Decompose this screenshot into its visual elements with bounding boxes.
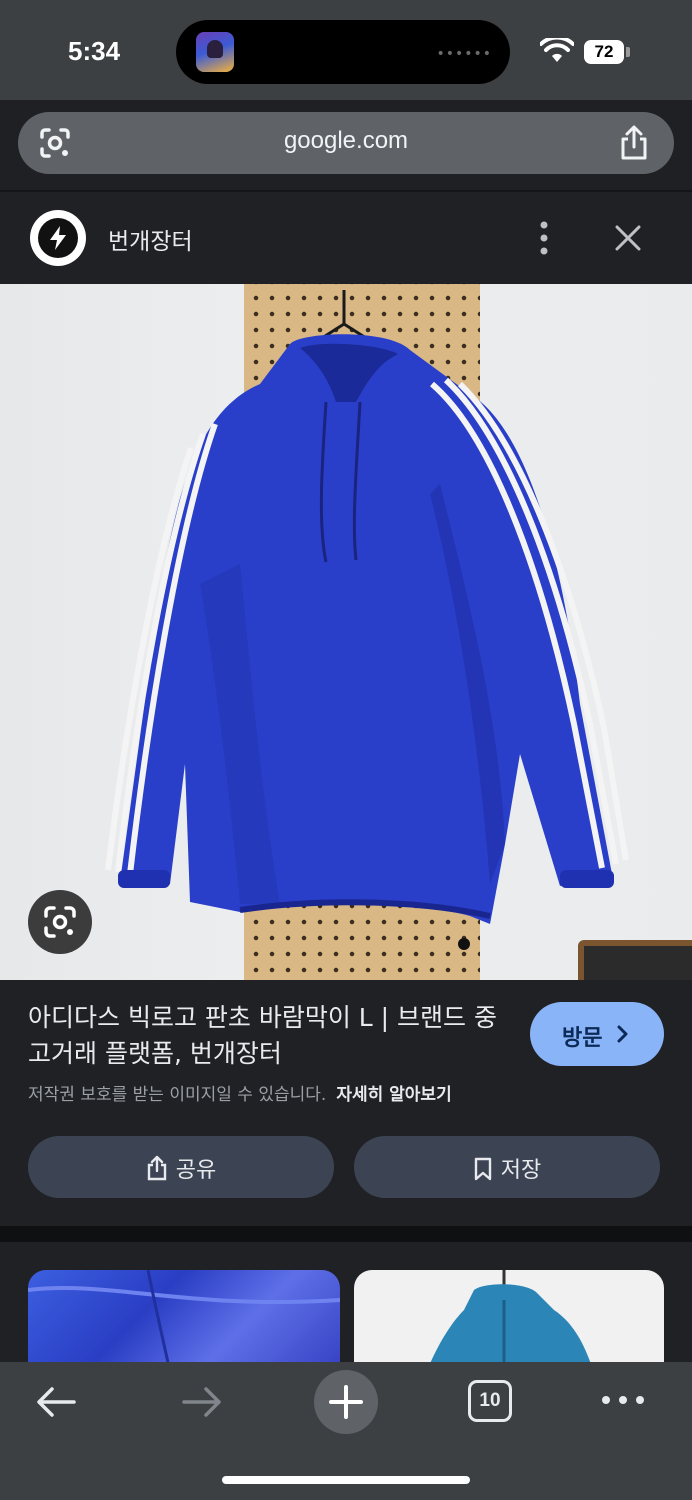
copyright-text: 저작권 보호를 받는 이미지일 수 있습니다. [28, 1085, 327, 1105]
related-image-thumbnail[interactable] [354, 1270, 664, 1362]
more-vert-icon[interactable] [530, 220, 558, 256]
close-icon[interactable] [612, 222, 644, 254]
new-tab-button[interactable] [314, 1370, 378, 1434]
site-name: 번개장터 [108, 229, 193, 255]
chevron-right-icon [617, 1025, 628, 1043]
status-bar: 5:34 •••••• 72 [0, 0, 692, 100]
blue-fabric-closeup [28, 1270, 340, 1362]
copyright-notice: 저작권 보호를 받는 이미지일 수 있습니다. 자세히 알아보기 [28, 1080, 452, 1105]
new-tab-plus-icon [329, 1385, 363, 1419]
learn-more-link[interactable]: 자세히 알아보기 [336, 1085, 451, 1105]
section-separator [0, 1226, 692, 1242]
battery-tip [626, 47, 630, 57]
battery-icon: 72 [584, 40, 624, 64]
save-button-content: 저장 [354, 1152, 660, 1184]
home-indicator[interactable] [222, 1476, 470, 1484]
save-button[interactable]: 저장 [354, 1136, 660, 1198]
more-horiz-icon[interactable] [600, 1388, 646, 1412]
related-image-thumbnail[interactable] [28, 1270, 340, 1362]
visit-label: 방문 [562, 1026, 603, 1051]
forward-arrow-icon[interactable] [180, 1382, 224, 1422]
site-header: 번개장터 [0, 192, 692, 284]
share-icon[interactable] [618, 125, 650, 161]
dynamic-island[interactable]: •••••• [176, 20, 510, 84]
product-image[interactable] [0, 284, 692, 980]
blue-windbreaker-jacket [105, 290, 629, 950]
logo-inner [38, 218, 78, 258]
url-text[interactable]: google.com [18, 127, 674, 155]
lens-glyph [44, 906, 76, 938]
visit-button[interactable]: 방문 [530, 1002, 664, 1066]
bookmark-icon [474, 1157, 491, 1181]
bottom-toolbar: 10 [0, 1362, 692, 1500]
share-icon [147, 1155, 166, 1181]
island-activity-dots: •••••• [436, 46, 492, 62]
save-label: 저장 [500, 1158, 542, 1183]
back-arrow-icon[interactable] [34, 1382, 78, 1422]
related-images [0, 1242, 692, 1362]
google-lens-icon[interactable] [28, 890, 92, 954]
result-title[interactable]: 아디다스 빅로고 판초 바람막이 L | 브랜드 중고거래 플랫폼, 번개장터 [28, 1000, 508, 1072]
lightning-bolt-icon [50, 226, 66, 250]
teal-jacket-on-hanger [430, 1270, 591, 1362]
tab-switcher-icon[interactable]: 10 [468, 1380, 512, 1422]
lightning-logo-icon [30, 210, 86, 266]
status-time: 5:34 [68, 36, 121, 66]
address-bar[interactable]: google.com [18, 112, 674, 174]
share-label: 공유 [175, 1158, 217, 1183]
smiley-app-icon[interactable] [196, 32, 234, 72]
share-button-content: 공유 [28, 1152, 334, 1184]
result-details: 아디다스 빅로고 판초 바람막이 L | 브랜드 중고거래 플랫폼, 번개장터 … [0, 980, 692, 1226]
wifi-icon [540, 38, 574, 62]
share-button[interactable]: 공유 [28, 1136, 334, 1198]
